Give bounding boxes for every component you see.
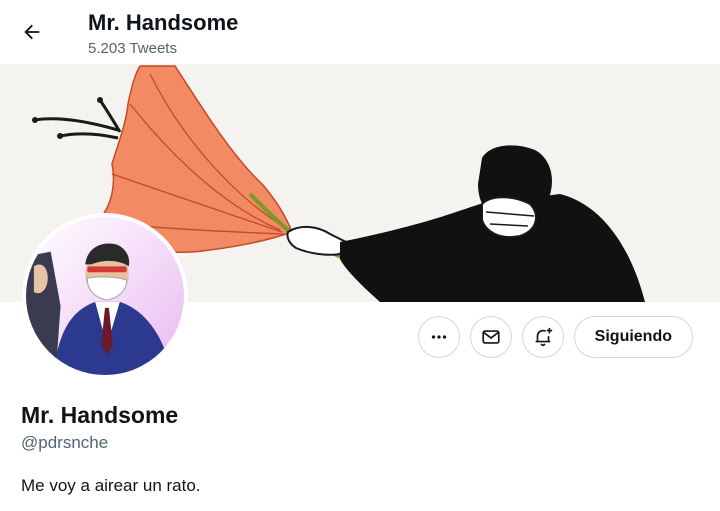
profile-header: Mr. Handsome 5.203 Tweets [0, 0, 720, 64]
profile-actions: Siguiendo [417, 316, 693, 358]
header-title: Mr. Handsome [88, 10, 239, 35]
envelope-icon [482, 330, 500, 344]
more-button[interactable] [417, 316, 460, 358]
profile-avatar[interactable] [22, 213, 188, 379]
bell-plus-icon [535, 327, 552, 347]
display-name: Mr. Handsome [21, 402, 179, 428]
profile-bio: Me voy a airear un rato. [21, 476, 201, 495]
following-button[interactable]: Siguiendo [573, 316, 693, 358]
notifications-button[interactable] [521, 316, 564, 358]
arrow-left-icon [24, 24, 40, 40]
back-button[interactable] [14, 14, 50, 50]
tweet-count: 5.203 Tweets [88, 40, 177, 57]
user-handle: @pdrsnche [21, 433, 109, 452]
message-button[interactable] [469, 316, 512, 358]
avatar-image [26, 217, 184, 375]
more-dots-icon [431, 335, 446, 339]
